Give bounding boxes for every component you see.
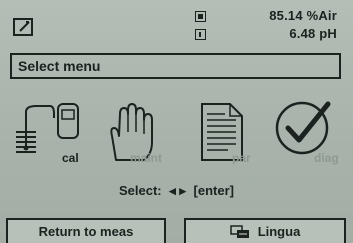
edit-status-icon bbox=[13, 18, 33, 36]
checkmark-circle-icon bbox=[275, 101, 331, 155]
lingua-button[interactable]: Lingua bbox=[184, 218, 346, 243]
menu-item-par[interactable]: par bbox=[200, 102, 270, 170]
softkey-label: Lingua bbox=[257, 224, 301, 239]
reading-value: 85.14 %Air bbox=[269, 8, 337, 23]
calibration-probe-icon bbox=[16, 103, 79, 153]
menu-item-label: diag bbox=[314, 151, 339, 165]
left-right-arrows-icon: ◂ ▸ bbox=[169, 183, 186, 198]
menu-item-diag[interactable]: diag bbox=[272, 98, 352, 170]
channel-1-icon bbox=[195, 11, 206, 22]
device-screen: 85.14 %Air 6.48 pH Select menu cal maint… bbox=[0, 0, 353, 243]
reading-row-1: 85.14 %Air bbox=[189, 8, 339, 26]
menu-item-label: par bbox=[232, 151, 251, 165]
readings-panel: 85.14 %Air 6.48 pH bbox=[189, 8, 339, 44]
menu-item-maint[interactable]: maint bbox=[102, 100, 184, 170]
select-prefix: Select: bbox=[118, 183, 162, 198]
channel-2-icon bbox=[195, 29, 206, 40]
language-flags-icon bbox=[229, 224, 249, 238]
menu-item-cal[interactable]: cal bbox=[14, 100, 94, 170]
softkey-label: Return to meas bbox=[38, 224, 134, 239]
menu-title: Select menu bbox=[18, 58, 101, 74]
menu-item-label: maint bbox=[130, 151, 163, 165]
menu-title-bar: Select menu bbox=[10, 53, 341, 79]
reading-row-2: 6.48 pH bbox=[189, 26, 339, 44]
select-instruction: Select: ◂ ▸ [enter] bbox=[0, 183, 353, 199]
menu-item-label: cal bbox=[62, 151, 79, 165]
enter-hint: [enter] bbox=[193, 183, 234, 198]
reading-value: 6.48 pH bbox=[289, 26, 337, 41]
return-to-meas-button[interactable]: Return to meas bbox=[6, 218, 166, 243]
